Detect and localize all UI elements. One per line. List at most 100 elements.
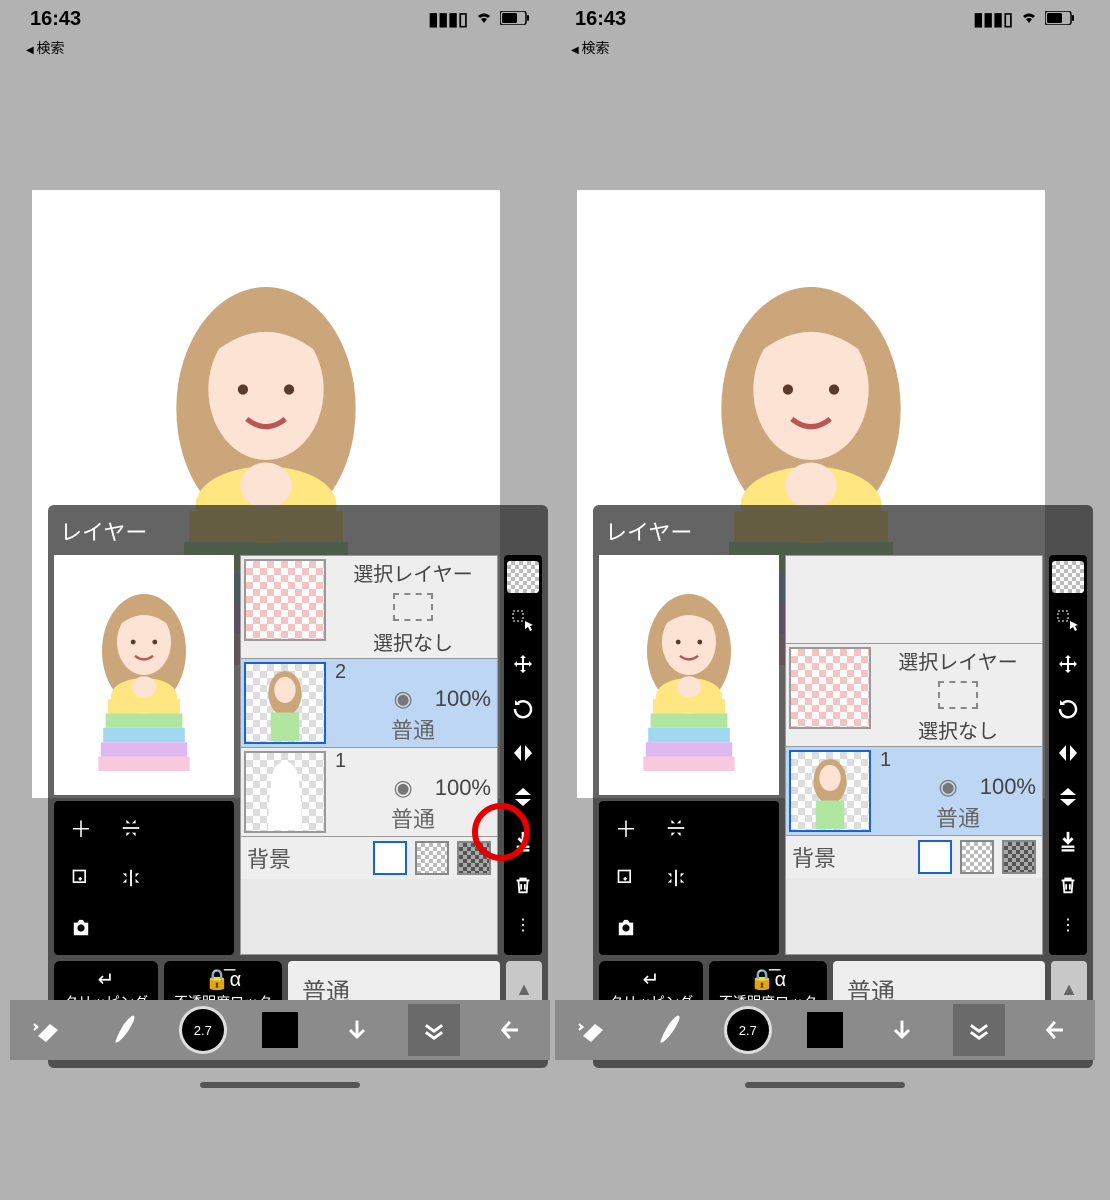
- layer-preview[interactable]: [54, 555, 234, 795]
- mirror-v-button[interactable]: [1052, 781, 1084, 813]
- lock-icon: 🔒̅α: [750, 967, 786, 992]
- visibility-icon[interactable]: ◉: [394, 686, 413, 712]
- no-selection-label: 選択なし: [373, 627, 453, 656]
- eraser-tool[interactable]: [23, 1004, 75, 1056]
- mirror-h-button[interactable]: [1052, 737, 1084, 769]
- import-photo-button[interactable]: [603, 905, 649, 951]
- selection-layer-row[interactable]: 選択レイヤー 選択なし: [786, 644, 1042, 747]
- selection-box-icon: [938, 681, 978, 709]
- add-layer-button[interactable]: ＋: [603, 805, 649, 851]
- undo-button[interactable]: [331, 1004, 383, 1056]
- side-toolbar: ⋮: [504, 555, 542, 955]
- color-swatch[interactable]: [254, 1004, 306, 1056]
- layer-1-thumb: [244, 751, 326, 833]
- battery-icon: [1045, 9, 1075, 30]
- layer-number: 1: [880, 749, 1036, 772]
- layer-row-1[interactable]: 1 ◉100% 普通: [786, 747, 1042, 836]
- home-indicator[interactable]: [745, 1082, 905, 1088]
- status-time: 16:43: [575, 8, 626, 31]
- mirror-h-button[interactable]: [507, 737, 539, 769]
- phone-screenshot-right: 16:43 ▮▮▮▯ 検索 レイヤー: [555, 0, 1095, 1100]
- status-icons: ▮▮▮▯: [973, 9, 1075, 30]
- selection-thumb: [789, 647, 871, 729]
- back-to-search[interactable]: 検索: [555, 38, 1095, 66]
- flip-v-button[interactable]: [653, 855, 699, 901]
- signal-icon: ▮▮▮▯: [428, 9, 468, 30]
- layer-opacity: 100%: [435, 686, 491, 712]
- back-button[interactable]: [1030, 1004, 1082, 1056]
- back-to-search[interactable]: 検索: [10, 38, 550, 66]
- more-button[interactable]: ⋮: [1052, 913, 1084, 937]
- merge-down-button[interactable]: [1052, 825, 1084, 857]
- delete-layer-button[interactable]: [507, 869, 539, 901]
- move-button[interactable]: [507, 649, 539, 681]
- brush-size-button[interactable]: 2.7: [722, 1004, 774, 1056]
- rotate-button[interactable]: [1052, 693, 1084, 725]
- phone-screenshot-left: 16:43 ▮▮▮▯ 検索 レイヤー: [10, 0, 550, 1100]
- select-all-button[interactable]: [507, 605, 539, 637]
- brush-tool[interactable]: [645, 1004, 697, 1056]
- bg-white-swatch[interactable]: [918, 840, 952, 874]
- brush-tool[interactable]: [100, 1004, 152, 1056]
- more-button[interactable]: ⋮: [507, 913, 539, 937]
- undo-button[interactable]: [876, 1004, 928, 1056]
- status-bar: 16:43 ▮▮▮▯: [555, 0, 1095, 38]
- selection-box-icon: [393, 593, 433, 621]
- import-photo-button[interactable]: [58, 905, 104, 951]
- background-row[interactable]: 背景: [241, 837, 497, 879]
- battery-icon: [500, 9, 530, 30]
- flip-v-button[interactable]: [108, 855, 154, 901]
- brush-size-button[interactable]: 2.7: [177, 1004, 229, 1056]
- selection-thumb: [244, 559, 326, 641]
- background-label: 背景: [247, 842, 365, 874]
- layer-blend-mode: 普通: [335, 802, 491, 834]
- selection-layer-row[interactable]: 選択レイヤー 選択なし: [241, 556, 497, 659]
- bg-checker-light-swatch[interactable]: [415, 841, 449, 875]
- layers-panel: レイヤー: [593, 505, 1093, 1068]
- flip-h-button[interactable]: [108, 805, 154, 851]
- clear-layer-button[interactable]: [1052, 561, 1084, 593]
- back-button[interactable]: [485, 1004, 537, 1056]
- background-row[interactable]: 背景: [786, 836, 1042, 878]
- bg-checker-light-swatch[interactable]: [960, 840, 994, 874]
- layer-list: 選択レイヤー 選択なし 2 ◉ 100% 普通: [240, 555, 498, 955]
- status-icons: ▮▮▮▯: [428, 9, 530, 30]
- signal-icon: ▮▮▮▯: [973, 9, 1013, 30]
- add-layer-button[interactable]: ＋: [58, 805, 104, 851]
- delete-layer-button[interactable]: [1052, 869, 1084, 901]
- bg-checker-dark-swatch[interactable]: [457, 841, 491, 875]
- spacer-row: [786, 556, 1042, 644]
- layers-button[interactable]: [953, 1004, 1005, 1056]
- layer-row-1[interactable]: 1 ◉ 100% 普通: [241, 748, 497, 837]
- duplicate-layer-button[interactable]: [603, 855, 649, 901]
- layer-number: 1: [335, 750, 491, 773]
- clear-layer-button[interactable]: [507, 561, 539, 593]
- layers-panel: レイヤー: [48, 505, 548, 1068]
- layer-opacity: 100%: [435, 775, 491, 801]
- color-swatch[interactable]: [799, 1004, 851, 1056]
- layer-preview[interactable]: [599, 555, 779, 795]
- rotate-button[interactable]: [507, 693, 539, 725]
- layer-number: 2: [335, 661, 491, 684]
- home-indicator[interactable]: [200, 1082, 360, 1088]
- background-label: 背景: [792, 841, 910, 873]
- merge-down-button[interactable]: [507, 825, 539, 857]
- select-all-button[interactable]: [1052, 605, 1084, 637]
- eraser-tool[interactable]: [568, 1004, 620, 1056]
- bg-checker-dark-swatch[interactable]: [1002, 840, 1036, 874]
- bg-white-swatch[interactable]: [373, 841, 407, 875]
- wifi-icon: [474, 9, 494, 30]
- duplicate-layer-button[interactable]: [58, 855, 104, 901]
- visibility-icon[interactable]: ◉: [394, 775, 413, 801]
- layer-row-2[interactable]: 2 ◉100% 普通: [241, 659, 497, 748]
- flip-h-button[interactable]: [653, 805, 699, 851]
- layer-opacity: 100%: [980, 774, 1036, 800]
- clipping-icon: ↵: [98, 967, 115, 992]
- move-button[interactable]: [1052, 649, 1084, 681]
- layer-1-thumb: [789, 750, 871, 832]
- layers-button[interactable]: [408, 1004, 460, 1056]
- visibility-icon[interactable]: ◉: [939, 774, 958, 800]
- mirror-v-button[interactable]: [507, 781, 539, 813]
- selection-layer-label: 選択レイヤー: [898, 646, 1017, 675]
- bottom-toolbar: 2.7: [10, 1000, 550, 1060]
